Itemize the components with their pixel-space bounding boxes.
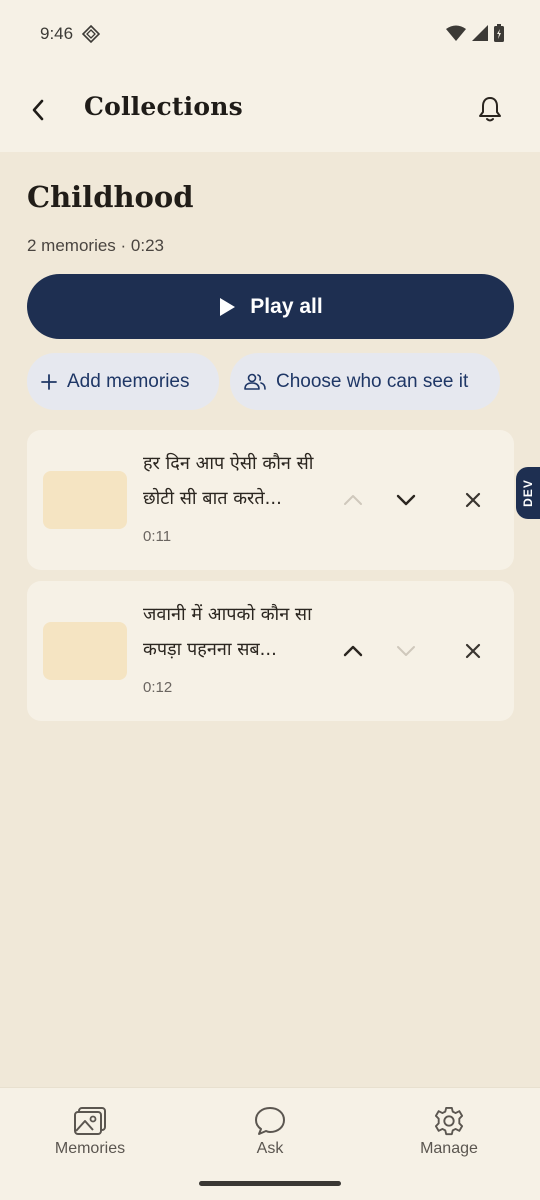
- battery-icon: [494, 24, 504, 47]
- sim-icon: [81, 24, 101, 44]
- close-icon: [465, 643, 481, 659]
- chevron-down-icon: [396, 494, 416, 506]
- nav-manage[interactable]: Manage: [389, 1106, 509, 1158]
- chat-bubble-icon: [255, 1107, 285, 1135]
- nav-ask-label: Ask: [256, 1140, 284, 1157]
- memory-prompt: हर दिन आप ऐसी कौन सी छोटी सी बात करते...: [143, 453, 314, 509]
- nav-memories-label: Memories: [54, 1140, 126, 1157]
- nav-ask[interactable]: Ask: [210, 1106, 330, 1158]
- dev-badge-label: DEV: [521, 479, 535, 507]
- bell-icon: [479, 97, 501, 122]
- move-up-button[interactable]: [335, 633, 371, 669]
- collection-title: Childhood: [27, 180, 194, 214]
- chevron-down-icon: [397, 646, 415, 656]
- nav-memories[interactable]: Memories: [30, 1106, 150, 1158]
- page-title: Collections: [84, 92, 243, 121]
- play-all-button[interactable]: Play all: [27, 274, 514, 339]
- nav-manage-label: Manage: [420, 1140, 478, 1157]
- choose-viewers-button[interactable]: Choose who can see it: [230, 353, 500, 410]
- notifications-button[interactable]: [474, 92, 506, 126]
- wifi-icon: [446, 25, 466, 46]
- back-button[interactable]: [22, 92, 54, 128]
- choose-viewers-label: Choose who can see it: [276, 370, 469, 392]
- remove-memory-button[interactable]: [455, 633, 491, 669]
- remove-memory-button[interactable]: [455, 482, 491, 518]
- memory-duration: 0:12: [143, 679, 173, 696]
- people-icon: [244, 373, 266, 390]
- play-icon: [220, 297, 236, 316]
- app-bar: Collections: [0, 70, 540, 152]
- add-memories-label: Add memories: [67, 370, 190, 392]
- chevron-up-icon: [343, 645, 363, 657]
- move-down-button[interactable]: [388, 482, 424, 518]
- back-arrow-icon: [32, 99, 44, 121]
- add-memories-button[interactable]: Add memories: [27, 353, 219, 410]
- collection-content: Childhood 2 memories · 0:23 Play all Add…: [0, 152, 540, 1087]
- memory-thumbnail: [43, 622, 127, 680]
- memory-card[interactable]: जवानी में आपको कौन सा कपड़ा पहनना सब... …: [27, 581, 514, 721]
- status-time: 9:46: [40, 24, 74, 43]
- home-indicator: [199, 1181, 341, 1186]
- play-all-label: Play all: [250, 294, 323, 318]
- memory-prompt: जवानी में आपको कौन सा कपड़ा पहनना सब...: [143, 604, 312, 660]
- move-down-button[interactable]: [388, 633, 424, 669]
- gear-icon: [434, 1106, 464, 1136]
- memory-duration: 0:11: [143, 528, 172, 545]
- plus-icon: [41, 373, 57, 390]
- gallery-icon: [74, 1107, 106, 1135]
- memory-card[interactable]: हर दिन आप ऐसी कौन सी छोटी सी बात करते...…: [27, 430, 514, 570]
- collection-meta: 2 memories · 0:23: [27, 236, 164, 255]
- status-bar: 9:46: [0, 0, 540, 70]
- close-icon: [465, 492, 481, 508]
- chevron-up-icon: [344, 495, 362, 505]
- move-up-button[interactable]: [335, 482, 371, 518]
- dev-badge[interactable]: DEV: [516, 467, 540, 519]
- signal-icon: [472, 25, 488, 46]
- memory-thumbnail: [43, 471, 127, 529]
